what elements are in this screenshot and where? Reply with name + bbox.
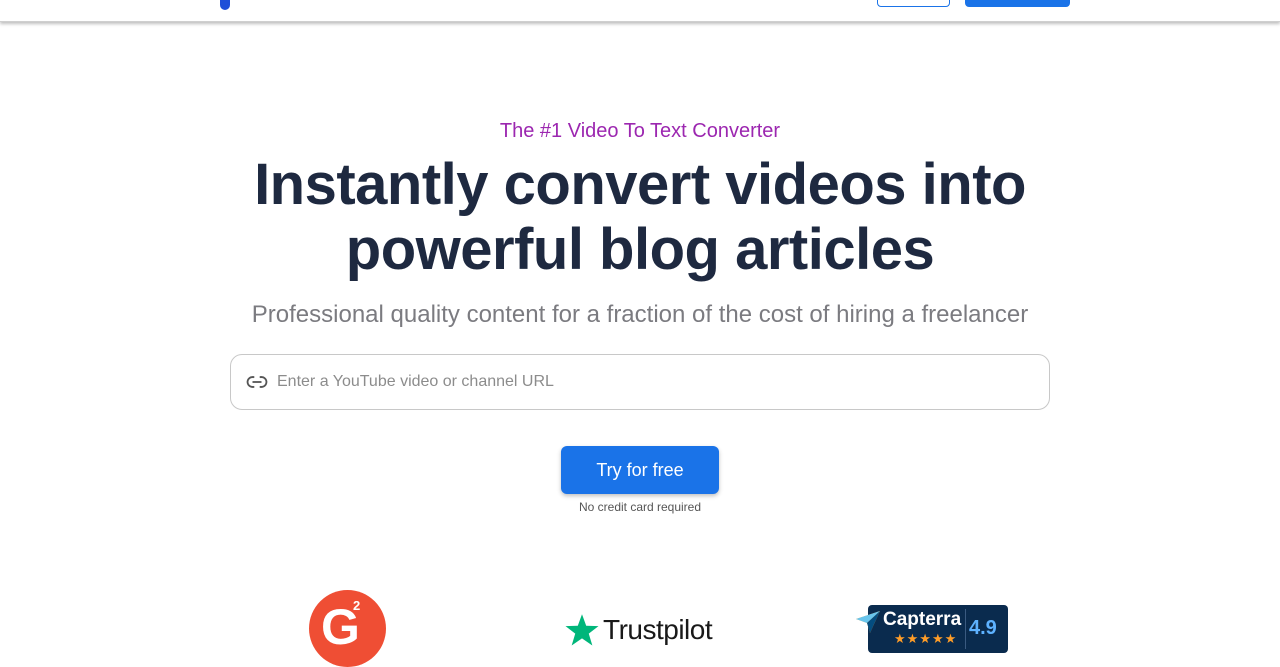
no-credit-card-note: No credit card required bbox=[578, 500, 702, 514]
url-input-container[interactable] bbox=[230, 354, 1050, 410]
trustpilot-wordmark: Trustpilot bbox=[603, 614, 713, 645]
capterra-divider bbox=[965, 609, 966, 649]
hero-eyebrow: The #1 Video To Text Converter bbox=[499, 120, 781, 142]
g2-badge[interactable]: G 2 bbox=[309, 590, 386, 667]
hero-headline: Instantly convert videos into powerful b… bbox=[254, 152, 1026, 282]
capterra-badge[interactable]: Capterra ★★★★★ 4.9 bbox=[856, 605, 1008, 653]
hero-subheadline: Professional quality content for a fract… bbox=[251, 301, 1029, 328]
link-icon bbox=[246, 374, 268, 390]
site-logo[interactable] bbox=[220, 0, 230, 10]
capterra-wordmark: Capterra bbox=[883, 609, 962, 630]
youtube-url-input[interactable] bbox=[277, 355, 1037, 409]
capterra-stars: ★★★★★ bbox=[894, 631, 958, 646]
trustpilot-star-icon bbox=[565, 614, 599, 646]
try-for-free-button[interactable]: Try for free bbox=[561, 446, 719, 494]
signup-button[interactable] bbox=[965, 0, 1070, 7]
login-button[interactable] bbox=[877, 0, 950, 7]
top-navigation-bar bbox=[0, 0, 1280, 22]
capterra-score: 4.9 bbox=[969, 617, 997, 639]
capterra-flag-icon bbox=[856, 611, 880, 633]
g2-superscript: 2 bbox=[353, 598, 361, 613]
trustpilot-badge[interactable]: Trustpilot bbox=[563, 610, 713, 650]
